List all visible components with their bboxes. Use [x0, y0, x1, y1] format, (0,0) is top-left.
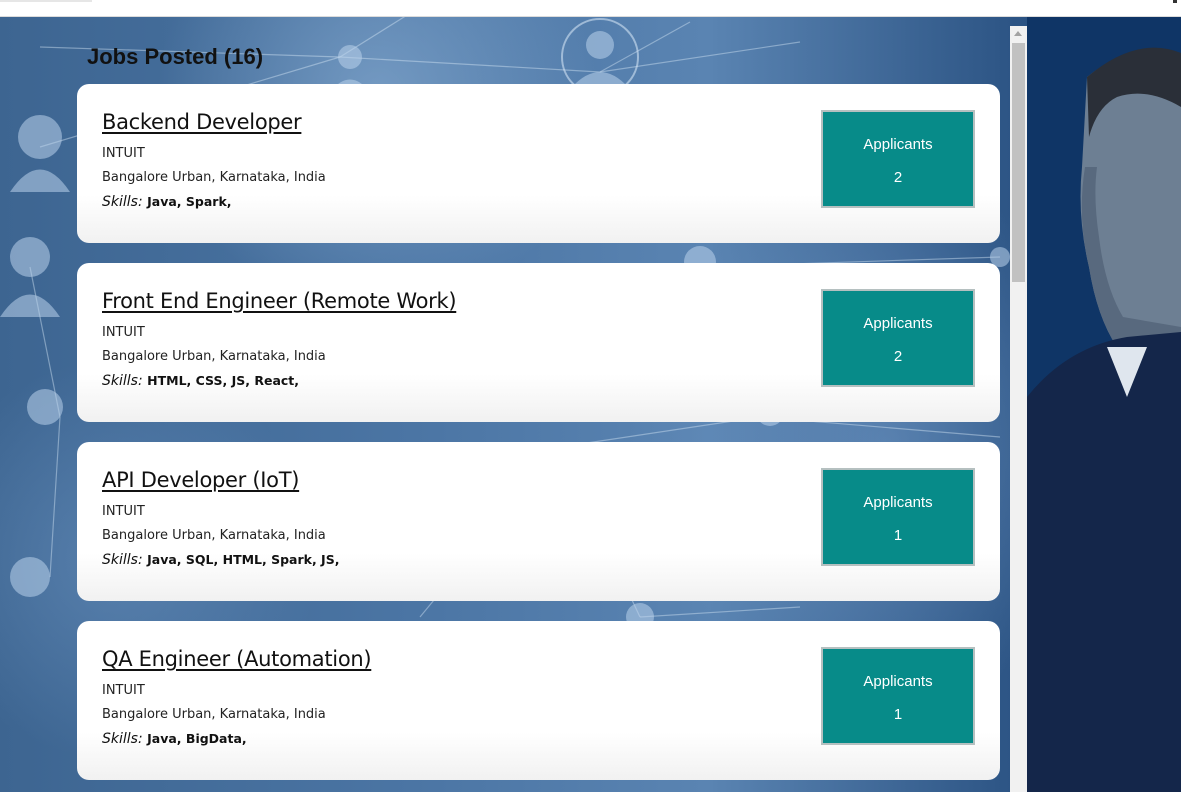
background-person-image — [1027, 17, 1181, 792]
applicants-count: 2 — [893, 348, 903, 365]
applicants-label: Applicants — [863, 673, 933, 690]
person-silhouette-icon — [1027, 17, 1181, 792]
window-corner-mark — [1173, 0, 1177, 3]
job-skills: Skills: Java, Spark, — [102, 194, 232, 210]
job-skills: Skills: HTML, CSS, JS, React, — [102, 373, 299, 389]
skills-label: Skills: — [102, 373, 143, 389]
job-location: Bangalore Urban, Karnataka, India — [102, 528, 326, 543]
company-name: INTUIT — [102, 325, 145, 340]
job-skills: Skills: Java, BigData, — [102, 731, 247, 747]
job-card: Backend Developer INTUIT Bangalore Urban… — [77, 84, 1000, 243]
job-card: Front End Engineer (Remote Work) INTUIT … — [77, 263, 1000, 422]
skills-values: Java, Spark, — [147, 194, 232, 209]
skills-label: Skills: — [102, 552, 143, 568]
job-card: QA Engineer (Automation) INTUIT Bangalor… — [77, 621, 1000, 780]
job-title-link[interactable]: Backend Developer — [102, 110, 302, 134]
job-location: Bangalore Urban, Karnataka, India — [102, 349, 326, 364]
arrow-up-icon[interactable] — [1014, 31, 1022, 36]
applicants-count: 1 — [893, 706, 903, 723]
company-name: INTUIT — [102, 504, 145, 519]
company-name: INTUIT — [102, 146, 145, 161]
applicants-count: 2 — [893, 169, 903, 186]
job-title-link[interactable]: Front End Engineer (Remote Work) — [102, 289, 457, 313]
applicants-label: Applicants — [863, 494, 933, 511]
tab-stub — [0, 0, 92, 2]
applicants-label: Applicants — [863, 136, 933, 153]
applicants-button[interactable]: Applicants 1 — [821, 468, 975, 566]
company-name: INTUIT — [102, 683, 145, 698]
page-title: Jobs Posted (16) — [87, 44, 264, 69]
skills-values: Java, SQL, HTML, Spark, JS, — [147, 552, 340, 567]
applicants-button[interactable]: Applicants 2 — [821, 289, 975, 387]
job-skills: Skills: Java, SQL, HTML, Spark, JS, — [102, 552, 339, 568]
skills-label: Skills: — [102, 194, 143, 210]
applicants-button[interactable]: Applicants 2 — [821, 110, 975, 208]
skills-values: Java, BigData, — [147, 731, 247, 746]
applicants-button[interactable]: Applicants 1 — [821, 647, 975, 745]
job-location: Bangalore Urban, Karnataka, India — [102, 170, 326, 185]
vertical-scrollbar[interactable] — [1010, 26, 1027, 792]
applicants-count: 1 — [893, 527, 903, 544]
job-location: Bangalore Urban, Karnataka, India — [102, 707, 326, 722]
browser-top-bar — [0, 0, 1181, 17]
job-title-link[interactable]: API Developer (IoT) — [102, 468, 299, 492]
skills-values: HTML, CSS, JS, React, — [147, 373, 300, 388]
scrollbar-thumb[interactable] — [1012, 43, 1025, 282]
applicants-label: Applicants — [863, 315, 933, 332]
job-title-link[interactable]: QA Engineer (Automation) — [102, 647, 372, 671]
skills-label: Skills: — [102, 731, 143, 747]
job-card: API Developer (IoT) INTUIT Bangalore Urb… — [77, 442, 1000, 601]
